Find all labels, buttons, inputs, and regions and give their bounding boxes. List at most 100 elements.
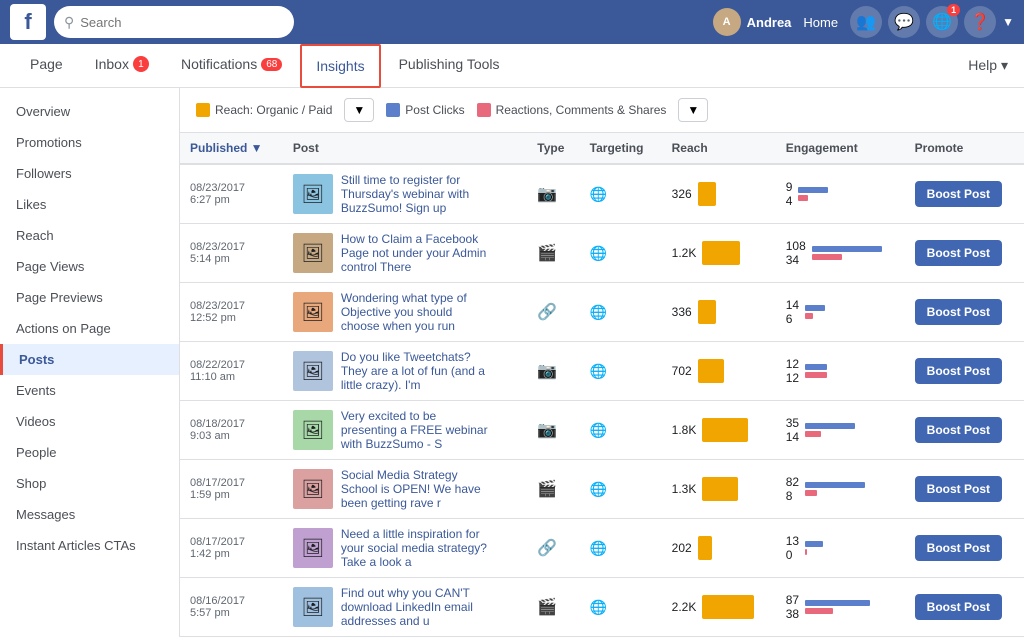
boost-btn-3[interactable]: Boost Post — [915, 358, 1002, 384]
nav-caret[interactable]: ▼ — [1002, 15, 1014, 29]
content-area: Reach: Organic / Paid ▼ Post Clicks Reac… — [180, 88, 1024, 637]
notif-badge: 1 — [947, 4, 960, 16]
boost-btn-2[interactable]: Boost Post — [915, 299, 1002, 325]
sidebar-item-followers[interactable]: Followers — [0, 158, 179, 189]
cell-engagement-5: 82 8 — [776, 460, 905, 519]
eng-bar-blue-0 — [798, 187, 828, 193]
eng-bar-pink-5 — [805, 490, 817, 496]
sidebar: Overview Promotions Followers Likes Reac… — [0, 88, 180, 637]
nav-right: A Andrea Home 👥 💬 🌐 1 ❓ ▼ — [713, 6, 1014, 38]
cell-engagement-4: 35 14 — [776, 401, 905, 460]
reach-dropdown-btn[interactable]: ▼ — [344, 98, 374, 122]
post-link-4[interactable]: Very excited to be presenting a FREE web… — [341, 409, 493, 451]
sidebar-item-promotions[interactable]: Promotions — [0, 127, 179, 158]
metrics-dropdown-btn[interactable]: ▼ — [678, 98, 708, 122]
reach-bar-2 — [698, 300, 716, 324]
page-nav-publishing-tools[interactable]: Publishing Tools — [385, 44, 514, 88]
cell-engagement-3: 12 12 — [776, 342, 905, 401]
search-bar[interactable]: ⚲ — [54, 6, 294, 38]
sidebar-item-messages[interactable]: Messages — [0, 499, 179, 530]
search-input[interactable] — [80, 15, 284, 30]
reach-bar-4 — [702, 418, 748, 442]
postclicks-legend-dot — [386, 103, 400, 117]
reach-legend: Reach: Organic / Paid — [196, 103, 332, 117]
reach-bar-1 — [702, 241, 740, 265]
cell-reach-6: 202 — [662, 519, 776, 578]
sidebar-item-posts[interactable]: Posts — [0, 344, 179, 375]
eng-bar-pink-6 — [805, 549, 807, 555]
sidebar-item-videos[interactable]: Videos — [0, 406, 179, 437]
post-link-6[interactable]: Need a little inspiration for your socia… — [341, 527, 493, 569]
eng-bar-blue-5 — [805, 482, 865, 488]
post-link-0[interactable]: Still time to register for Thursday's we… — [341, 173, 493, 215]
cell-reach-4: 1.8K — [662, 401, 776, 460]
page-nav-insights[interactable]: Insights — [300, 44, 380, 88]
cell-type-4: 📷 — [527, 401, 579, 460]
boost-btn-0[interactable]: Boost Post — [915, 181, 1002, 207]
boost-btn-7[interactable]: Boost Post — [915, 594, 1002, 620]
post-link-2[interactable]: Wondering what type of Objective you sho… — [341, 291, 493, 333]
user-name: Andrea — [747, 15, 792, 30]
eng-bar-pink-0 — [798, 195, 808, 201]
facebook-logo: f — [10, 4, 46, 40]
sidebar-item-actions-on-page[interactable]: Actions on Page — [0, 313, 179, 344]
sidebar-item-people[interactable]: People — [0, 437, 179, 468]
table-row: 08/18/20179:03 am 🖼 Very excited to be p… — [180, 401, 1024, 460]
cell-date-4: 08/18/20179:03 am — [180, 401, 283, 460]
sidebar-item-likes[interactable]: Likes — [0, 189, 179, 220]
page-nav-notifications[interactable]: Notifications 68 — [167, 44, 296, 88]
globe-icon-btn[interactable]: 🌐 1 — [926, 6, 958, 38]
targeting-icon-6: 🌐 — [590, 540, 607, 556]
postclicks-legend: Post Clicks — [386, 103, 464, 117]
cell-promote-2: Boost Post — [905, 283, 1024, 342]
cell-engagement-2: 14 6 — [776, 283, 905, 342]
sidebar-item-instant-articles[interactable]: Instant Articles CTAs — [0, 530, 179, 561]
post-link-3[interactable]: Do you like Tweetchats? They are a lot o… — [341, 350, 493, 392]
boost-btn-5[interactable]: Boost Post — [915, 476, 1002, 502]
boost-btn-6[interactable]: Boost Post — [915, 535, 1002, 561]
posts-table: Published ▼ Post Type Targeting Reach En… — [180, 133, 1024, 637]
table-row: 08/23/20175:14 pm 🖼 How to Claim a Faceb… — [180, 224, 1024, 283]
cell-targeting-0: 🌐 — [580, 164, 662, 224]
eng-bar-pink-1 — [812, 254, 842, 260]
eng-bar-blue-4 — [805, 423, 855, 429]
boost-btn-4[interactable]: Boost Post — [915, 417, 1002, 443]
cell-promote-3: Boost Post — [905, 342, 1024, 401]
sidebar-item-shop[interactable]: Shop — [0, 468, 179, 499]
eng-bar-blue-3 — [805, 364, 827, 370]
help-btn[interactable]: Help ▾ — [968, 57, 1008, 74]
sidebar-item-reach[interactable]: Reach — [0, 220, 179, 251]
cell-targeting-3: 🌐 — [580, 342, 662, 401]
help-icon-btn[interactable]: ❓ — [964, 6, 996, 38]
sidebar-item-events[interactable]: Events — [0, 375, 179, 406]
post-link-5[interactable]: Social Media Strategy School is OPEN! We… — [341, 468, 493, 510]
friends-icon-btn[interactable]: 👥 — [850, 6, 882, 38]
cell-date-0: 08/23/20176:27 pm — [180, 164, 283, 224]
post-link-7[interactable]: Find out why you CAN'T download LinkedIn… — [341, 586, 493, 628]
reach-bar-7 — [702, 595, 754, 619]
boost-btn-1[interactable]: Boost Post — [915, 240, 1002, 266]
col-published[interactable]: Published ▼ — [180, 133, 283, 164]
page-nav-inbox[interactable]: Inbox 1 — [81, 44, 163, 88]
cell-post-3: 🖼 Do you like Tweetchats? They are a lot… — [283, 342, 527, 401]
cell-promote-0: Boost Post — [905, 164, 1024, 224]
cell-reach-1: 1.2K — [662, 224, 776, 283]
targeting-icon-4: 🌐 — [590, 422, 607, 438]
cell-post-4: 🖼 Very excited to be presenting a FREE w… — [283, 401, 527, 460]
main-layout: Overview Promotions Followers Likes Reac… — [0, 88, 1024, 637]
sidebar-item-page-views[interactable]: Page Views — [0, 251, 179, 282]
cell-targeting-4: 🌐 — [580, 401, 662, 460]
sidebar-item-page-previews[interactable]: Page Previews — [0, 282, 179, 313]
col-engagement: Engagement — [776, 133, 905, 164]
post-link-1[interactable]: How to Claim a Facebook Page not under y… — [341, 232, 493, 274]
table-row: 08/23/201712:52 pm 🖼 Wondering what type… — [180, 283, 1024, 342]
cell-targeting-6: 🌐 — [580, 519, 662, 578]
cell-targeting-2: 🌐 — [580, 283, 662, 342]
sidebar-item-overview[interactable]: Overview — [0, 96, 179, 127]
eng-bar-blue-7 — [805, 600, 870, 606]
reach-bar-6 — [698, 536, 712, 560]
home-nav-btn[interactable]: Home — [797, 11, 844, 34]
cell-post-0: 🖼 Still time to register for Thursday's … — [283, 164, 527, 224]
page-nav-page[interactable]: Page — [16, 44, 77, 88]
messenger-icon-btn[interactable]: 💬 — [888, 6, 920, 38]
